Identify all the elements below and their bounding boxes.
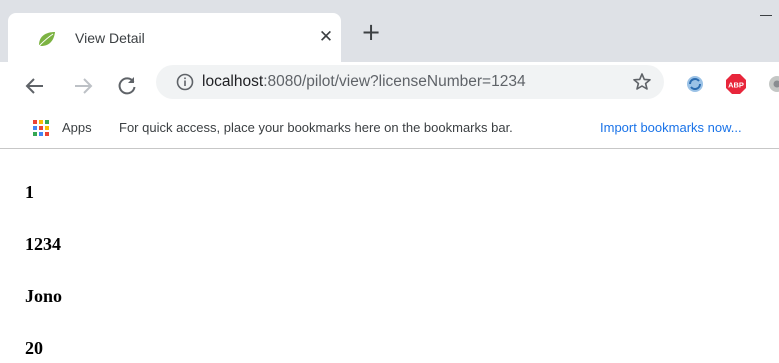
url-text: localhost:8080/pilot/view?licenseNumber=… <box>202 73 526 91</box>
detail-value-id: 1 <box>25 182 34 202</box>
bookmarks-hint-text: For quick access, place your bookmarks h… <box>119 120 513 135</box>
tab-close-icon[interactable]: ✕ <box>317 28 335 46</box>
reload-icon[interactable] <box>115 74 139 98</box>
new-tab-button[interactable]: + <box>359 20 383 44</box>
abp-label: ABP <box>728 81 744 90</box>
window-minimize-button[interactable] <box>760 6 774 20</box>
browser-toolbar: localhost:8080/pilot/view?licenseNumber=… <box>0 62 779 112</box>
back-arrow-icon[interactable] <box>23 74 47 98</box>
bookmarks-bar: Apps For quick access, place your bookma… <box>0 110 779 149</box>
tab-title: View Detail <box>75 30 145 46</box>
url-host: localhost <box>202 73 264 90</box>
detail-value-name: Jono <box>25 286 63 306</box>
page-content: 1 1234 Jono 20 <box>0 149 779 363</box>
info-icon[interactable] <box>176 73 194 91</box>
detail-value-license-number: 1234 <box>25 234 61 254</box>
extension-icon[interactable] <box>766 73 779 95</box>
apps-grid-icon[interactable] <box>32 119 50 137</box>
address-bar[interactable]: localhost:8080/pilot/view?licenseNumber=… <box>156 65 664 99</box>
forward-arrow-icon[interactable] <box>71 74 95 98</box>
tab-view-detail[interactable]: View Detail ✕ <box>8 13 341 62</box>
sync-extension-icon[interactable] <box>684 73 706 95</box>
leaf-icon <box>38 32 55 47</box>
detail-value-age: 20 <box>25 338 43 358</box>
apps-link[interactable]: Apps <box>62 120 92 136</box>
bookmark-star-icon[interactable] <box>632 72 652 92</box>
tab-strip: View Detail ✕ + <box>0 0 779 62</box>
adblock-plus-icon[interactable]: ABP <box>725 73 747 95</box>
url-path: :8080/pilot/view?licenseNumber=1234 <box>263 73 526 90</box>
import-bookmarks-link[interactable]: Import bookmarks now... <box>600 120 742 136</box>
